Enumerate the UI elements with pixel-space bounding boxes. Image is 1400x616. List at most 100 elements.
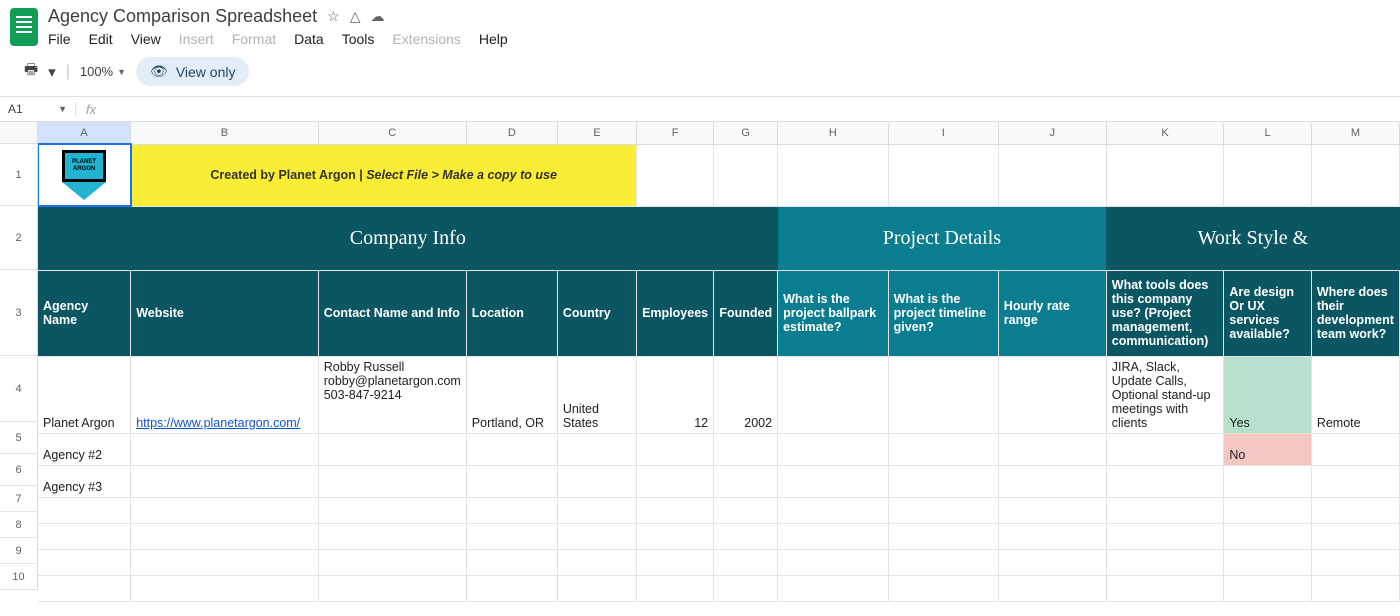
- cell[interactable]: [131, 433, 319, 465]
- cell[interactable]: [637, 433, 714, 465]
- cell[interactable]: Agency #2: [38, 433, 131, 465]
- cell[interactable]: [1106, 465, 1224, 497]
- col-header[interactable]: B: [131, 122, 319, 144]
- cell[interactable]: Planet Argon: [38, 356, 131, 433]
- cell[interactable]: [1224, 497, 1311, 523]
- cell[interactable]: Robby Russell robby@planetargon.com 503-…: [318, 356, 466, 433]
- cell[interactable]: [1311, 497, 1399, 523]
- cell[interactable]: [998, 497, 1106, 523]
- cell[interactable]: [131, 523, 319, 549]
- col-header[interactable]: H: [778, 122, 889, 144]
- hdr-tools[interactable]: What tools does this company use? (Proje…: [1106, 270, 1224, 356]
- cell[interactable]: [714, 549, 778, 575]
- cell[interactable]: [888, 575, 998, 601]
- cell[interactable]: [1224, 144, 1311, 206]
- cell[interactable]: 12: [637, 356, 714, 433]
- hdr-rate[interactable]: Hourly rate range: [998, 270, 1106, 356]
- cell[interactable]: [778, 549, 889, 575]
- row-header[interactable]: 10: [0, 564, 38, 590]
- col-header[interactable]: D: [466, 122, 557, 144]
- cell[interactable]: [888, 497, 998, 523]
- cell[interactable]: [1106, 575, 1224, 601]
- star-icon[interactable]: ☆: [327, 8, 340, 25]
- cell[interactable]: [557, 433, 636, 465]
- section-work-style[interactable]: Work Style &: [1106, 206, 1399, 270]
- name-box[interactable]: A1▼: [0, 102, 76, 116]
- cell[interactable]: [1311, 144, 1399, 206]
- col-header[interactable]: C: [318, 122, 466, 144]
- row-header[interactable]: 3: [0, 270, 38, 356]
- cell[interactable]: [557, 465, 636, 497]
- cell[interactable]: [557, 523, 636, 549]
- cell[interactable]: [888, 549, 998, 575]
- hdr-location[interactable]: Location: [466, 270, 557, 356]
- cell[interactable]: [1106, 523, 1224, 549]
- row-header[interactable]: 5: [0, 422, 38, 454]
- cell[interactable]: [714, 523, 778, 549]
- col-header[interactable]: E: [557, 122, 636, 144]
- cell[interactable]: [131, 465, 319, 497]
- col-header[interactable]: L: [1224, 122, 1311, 144]
- cell[interactable]: [998, 433, 1106, 465]
- section-company-info[interactable]: Company Info: [38, 206, 778, 270]
- cell[interactable]: United States: [557, 356, 636, 433]
- cell[interactable]: [714, 433, 778, 465]
- cell[interactable]: [1106, 549, 1224, 575]
- cell[interactable]: [998, 465, 1106, 497]
- col-header[interactable]: I: [888, 122, 998, 144]
- zoom-select[interactable]: 100%▼: [80, 64, 126, 79]
- menu-file[interactable]: File: [48, 31, 71, 47]
- hdr-where[interactable]: Where does their development team work?: [1311, 270, 1399, 356]
- menu-view[interactable]: View: [131, 31, 161, 47]
- cell[interactable]: [38, 523, 131, 549]
- move-icon[interactable]: △: [350, 8, 361, 25]
- select-all-corner[interactable]: [0, 122, 38, 144]
- print-icon[interactable]: 🖶: [24, 59, 38, 84]
- cell[interactable]: Agency #3: [38, 465, 131, 497]
- cell[interactable]: [888, 144, 998, 206]
- cell[interactable]: [466, 575, 557, 601]
- cell[interactable]: [778, 575, 889, 601]
- cell[interactable]: [466, 433, 557, 465]
- cell[interactable]: [637, 575, 714, 601]
- cell[interactable]: [1311, 465, 1399, 497]
- cell[interactable]: [714, 575, 778, 601]
- cell[interactable]: [318, 523, 466, 549]
- hdr-founded[interactable]: Founded: [714, 270, 778, 356]
- cell[interactable]: [637, 549, 714, 575]
- hdr-employees[interactable]: Employees: [637, 270, 714, 356]
- cell[interactable]: [778, 497, 889, 523]
- cell[interactable]: [637, 523, 714, 549]
- cell[interactable]: [1224, 549, 1311, 575]
- cell[interactable]: [318, 465, 466, 497]
- row-header[interactable]: 2: [0, 206, 38, 270]
- cell[interactable]: [778, 144, 889, 206]
- row-header[interactable]: 9: [0, 538, 38, 564]
- cell[interactable]: [998, 549, 1106, 575]
- hdr-agency-name[interactable]: Agency Name: [38, 270, 131, 356]
- cell[interactable]: 2002: [714, 356, 778, 433]
- cell[interactable]: https://www.planetargon.com/: [131, 356, 319, 433]
- menu-edit[interactable]: Edit: [89, 31, 113, 47]
- menu-tools[interactable]: Tools: [342, 31, 375, 47]
- cell[interactable]: [557, 575, 636, 601]
- col-header[interactable]: M: [1311, 122, 1399, 144]
- banner-cell[interactable]: Created by Planet Argon | Select File > …: [131, 144, 637, 206]
- cell[interactable]: [131, 575, 319, 601]
- cell[interactable]: [637, 465, 714, 497]
- cell[interactable]: [778, 523, 889, 549]
- cell[interactable]: [1311, 433, 1399, 465]
- cell[interactable]: [318, 549, 466, 575]
- row-header[interactable]: 6: [0, 454, 38, 486]
- hdr-timeline[interactable]: What is the project timeline given?: [888, 270, 998, 356]
- cell[interactable]: [888, 356, 998, 433]
- cell[interactable]: [888, 465, 998, 497]
- col-header[interactable]: F: [637, 122, 714, 144]
- row-header[interactable]: 1: [0, 144, 38, 206]
- cell[interactable]: [1224, 523, 1311, 549]
- row-header[interactable]: 4: [0, 356, 38, 422]
- cell[interactable]: Remote: [1311, 356, 1399, 433]
- cell[interactable]: [1224, 465, 1311, 497]
- cell[interactable]: [998, 523, 1106, 549]
- cell-a1[interactable]: PLANETARGON: [38, 144, 131, 206]
